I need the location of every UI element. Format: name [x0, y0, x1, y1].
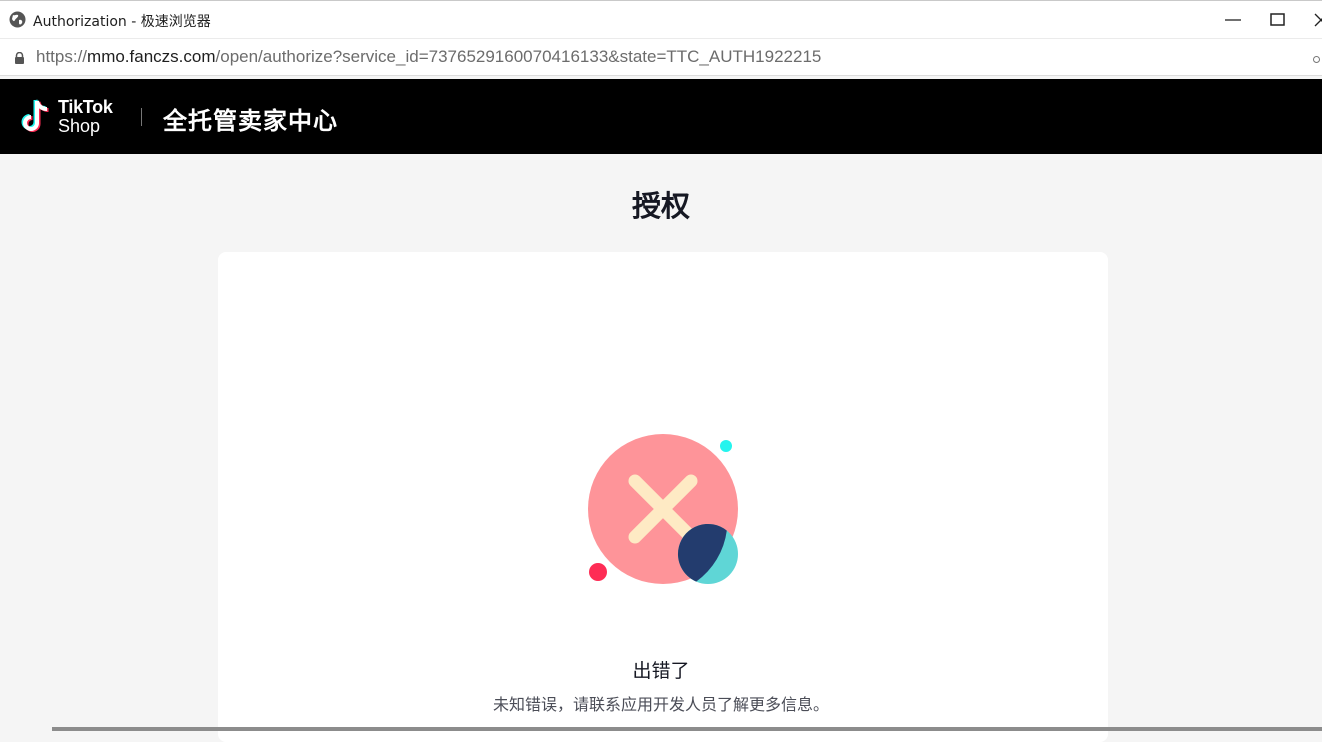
- maximize-button[interactable]: [1263, 7, 1293, 33]
- brand-tiktok: TikTok: [58, 97, 113, 117]
- close-button[interactable]: [1306, 7, 1322, 33]
- minimize-icon: [1225, 19, 1241, 21]
- extension-icon[interactable]: [1313, 56, 1320, 63]
- page-title: 授权: [631, 189, 690, 223]
- maximize-icon: [1270, 13, 1285, 26]
- url-text[interactable]: https://mmo.fanczs.com/open/authorize?se…: [36, 47, 821, 67]
- url-prefix: https://: [36, 47, 88, 66]
- error-description: 未知错误，请联系应用开发人员了解更多信息。: [492, 695, 829, 714]
- lock-icon: [15, 52, 24, 64]
- tiktok-shop-brand[interactable]: TikTok Shop: [58, 98, 113, 136]
- address-bar[interactable]: https://mmo.fanczs.com/open/authorize?se…: [0, 38, 1322, 76]
- url-path: /open/authorize?service_id=7376529160070…: [215, 47, 822, 66]
- globe-icon: [9, 11, 26, 28]
- window-title-bar: Authorization - 极速浏览器: [0, 0, 1322, 38]
- minimize-button[interactable]: [1218, 7, 1248, 33]
- error-x-icon: [588, 434, 738, 584]
- horizontal-scrollbar[interactable]: [52, 727, 1322, 731]
- brand-shop: Shop: [58, 116, 101, 136]
- header-divider: [141, 108, 142, 126]
- close-icon: [1314, 13, 1322, 27]
- seller-center-title: 全托管卖家中心: [163, 107, 338, 135]
- tiktok-logo-icon: [21, 99, 49, 132]
- url-host: mmo.fanczs.com: [87, 47, 216, 66]
- error-title: 出错了: [632, 660, 690, 682]
- window-title: Authorization - 极速浏览器: [33, 14, 211, 30]
